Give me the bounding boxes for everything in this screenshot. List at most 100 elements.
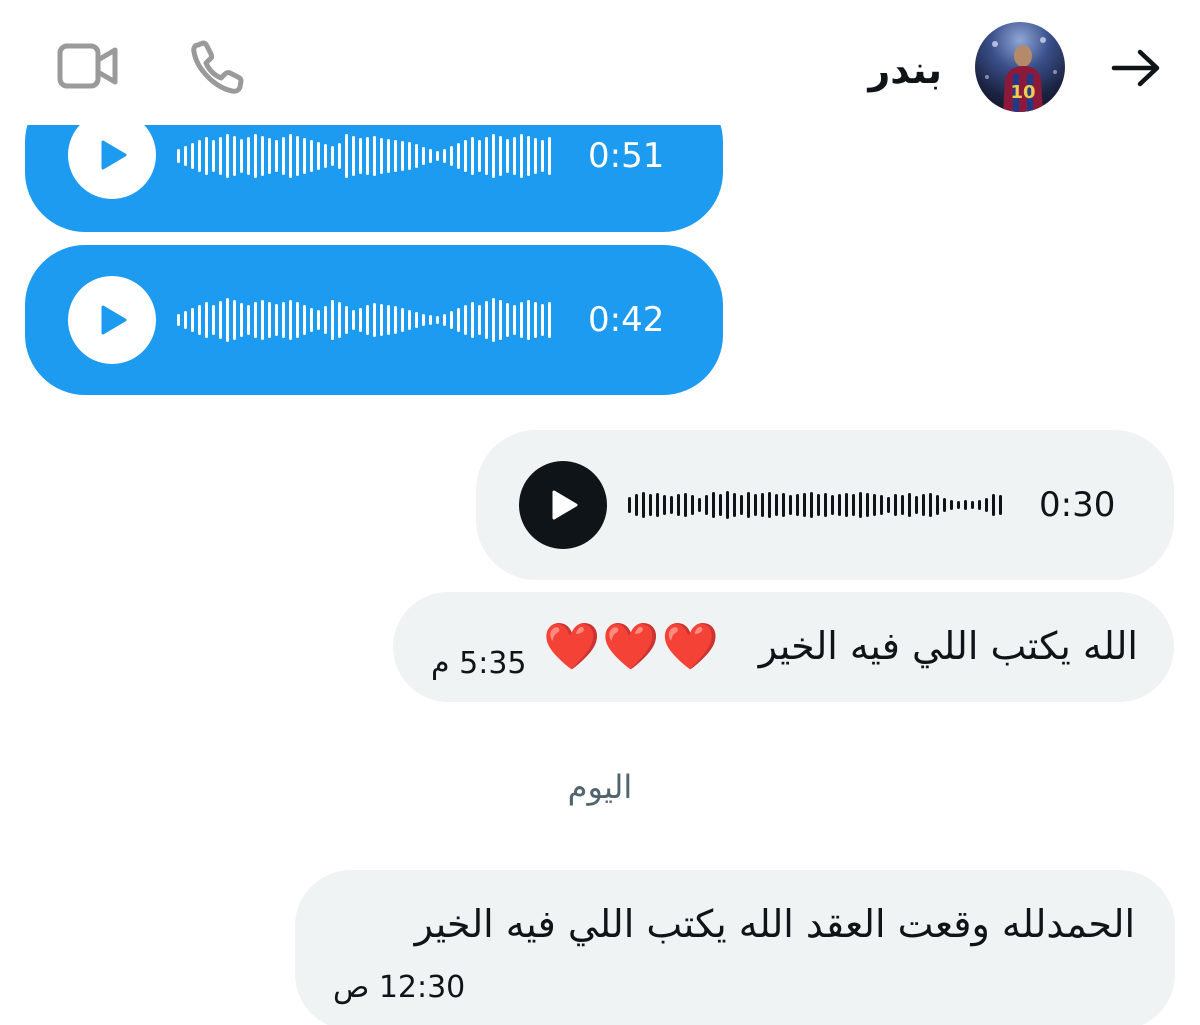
waveform-bar [670,496,673,514]
waveform-bar [506,139,509,173]
waveform-bar [831,495,834,515]
waveform-bar [978,500,981,510]
waveform-bar [471,302,474,338]
waveform-bar [212,140,215,172]
play-button[interactable] [519,461,607,549]
waveform-bar [747,492,750,518]
waveform-bar [740,495,743,515]
waveform-bar [457,143,460,169]
voice-message: 0:30 [476,430,1174,580]
waveform-bar [212,305,215,335]
waveform-bar [901,495,904,515]
waveform-bar [219,301,222,339]
waveform-bar [754,494,757,516]
waveform-bar [324,144,327,168]
waveform-bar [373,303,376,337]
dm-conversation: بندر 10 0:51 0:42 0:30 الله يكتب اللي في… [0,0,1200,1025]
waveform-bar [541,140,544,172]
waveform-bar [810,492,813,518]
waveform-bar [394,140,397,172]
waveform-bar [936,495,939,515]
message-text: الله يكتب اللي فيه الخير [758,624,1138,668]
waveform-bar [289,300,292,340]
waveform-bar [513,137,516,175]
waveform-bar [789,495,792,515]
waveform-bar [541,304,544,336]
waveform-bar [880,495,883,515]
waveform-bar [527,136,530,176]
waveform-bar [443,314,446,326]
voice-waveform[interactable] [177,280,555,360]
waveform-bar [268,138,271,174]
voice-waveform[interactable] [628,465,1006,545]
voice-message: 0:42 [25,245,723,395]
contact-name[interactable]: بندر [868,48,942,92]
waveform-bar [894,494,897,516]
waveform-bar [240,303,243,337]
waveform-bar [408,142,411,170]
waveform-bar [275,304,278,336]
waveform-bar [726,491,729,519]
waveform-bar [478,305,481,335]
waveform-bar [548,137,551,175]
voice-duration: 0:51 [588,136,665,176]
waveform-bar [964,500,967,510]
waveform-bar [485,137,488,175]
waveform-bar [527,300,530,340]
waveform-bar [845,493,848,517]
message-timestamp: 12:30 ص [333,970,466,1005]
waveform-bar [733,493,736,517]
day-separator: اليوم [567,768,633,806]
play-button[interactable] [68,276,156,364]
waveform-bar [226,134,229,178]
waveform-bar [677,494,680,516]
waveform-bar [471,137,474,175]
arrow-right-icon [1111,49,1160,87]
waveform-bar [999,495,1002,515]
waveform-bar [663,495,666,515]
waveform-bar [971,501,974,509]
waveform-bar [359,138,362,174]
waveform-bar [387,139,390,173]
waveform-bar [922,494,925,516]
waveform-bar [429,149,432,163]
waveform-bar [198,305,201,335]
waveform-bar [296,302,299,338]
waveform-bar [373,136,376,176]
waveform-bar [401,141,404,171]
waveform-bar [520,134,523,178]
phone-call-button[interactable] [188,38,248,96]
waveform-bar [177,314,180,326]
waveform-bar [635,494,638,516]
waveform-bar [887,497,890,513]
waveform-bar [184,311,187,329]
waveform-bar [499,136,502,176]
waveform-bar [191,308,194,332]
waveform-bar [184,146,187,166]
waveform-bar [387,305,390,335]
waveform-bar [345,134,348,178]
waveform-bar [331,146,334,166]
waveform-bar [873,494,876,516]
waveform-bar [359,308,362,332]
waveform-bar [838,494,841,516]
contact-avatar[interactable]: 10 [975,22,1065,112]
waveform-bar [628,497,631,513]
waveform-bar [247,137,250,175]
play-icon [552,490,578,520]
waveform-bar [478,140,481,172]
waveform-bar [457,308,460,332]
waveform-bar [817,494,820,516]
waveform-bar [345,306,348,334]
waveform-bar [282,137,285,175]
conversation-header: بندر 10 [0,0,1200,125]
waveform-bar [415,312,418,328]
waveform-bar [366,305,369,335]
waveform-bar [464,140,467,172]
back-button[interactable] [1106,40,1166,96]
video-call-button[interactable] [55,40,121,92]
waveform-bar [254,302,257,338]
voice-waveform[interactable] [177,116,555,196]
waveform-bar [394,306,397,334]
play-icon [101,305,127,335]
